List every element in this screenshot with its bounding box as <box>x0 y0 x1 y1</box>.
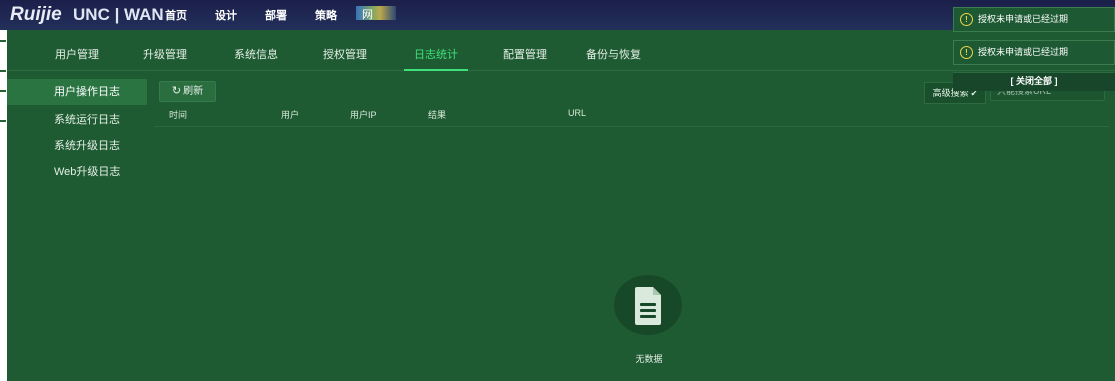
tab-user-management[interactable]: 用户管理 <box>55 30 99 70</box>
notification-license-expired-2[interactable]: ! 授权未申请或已经过期 <box>953 40 1115 65</box>
tab-upgrade-management[interactable]: 升级管理 <box>143 30 187 70</box>
logo-sub-text: UNC | WAN <box>73 5 164 24</box>
tab-license-management[interactable]: 授权管理 <box>323 30 367 70</box>
notification-text: 授权未申请或已经过期 <box>978 14 1069 24</box>
table-header: 时间 用户 用户IP 结果 URL <box>154 104 1109 127</box>
brand-logo: Ruijie UNC | WAN <box>10 3 164 27</box>
column-url: URL <box>568 108 587 118</box>
top-navigation-bar: Ruijie UNC | WAN 首页 设计 部署 策略 网 <box>0 0 1115 30</box>
logo-text: Ruijie <box>10 4 62 25</box>
warning-icon: ! <box>960 46 973 59</box>
tab-bar: 用户管理 升级管理 系统信息 授权管理 日志统计 配置管理 备份与恢复 <box>7 30 1115 71</box>
top-nav-home[interactable]: 首页 <box>165 7 187 23</box>
column-result: 结果 <box>428 110 447 120</box>
warning-icon: ! <box>960 13 973 26</box>
column-user: 用户 <box>281 110 300 120</box>
document-icon <box>635 287 661 325</box>
close-all-notifications-button[interactable]: [ 关闭全部 ] <box>953 72 1115 91</box>
tab-system-info[interactable]: 系统信息 <box>234 30 278 70</box>
tab-log-statistics[interactable]: 日志统计 <box>404 30 468 71</box>
top-nav-network[interactable]: 网 <box>362 6 373 22</box>
column-user-ip: 用户IP <box>350 110 377 120</box>
sidebar: 用户操作日志 系统运行日志 系统升级日志 Web升级日志 <box>7 71 147 381</box>
main-panel: 用户管理 升级管理 系统信息 授权管理 日志统计 配置管理 备份与恢复 用户操作… <box>7 30 1115 381</box>
top-nav-deploy[interactable]: 部署 <box>265 7 287 23</box>
sidebar-item-user-operation-log[interactable]: 用户操作日志 <box>7 79 147 105</box>
left-edge-strip <box>0 30 7 381</box>
top-nav-policy[interactable]: 策略 <box>315 7 337 23</box>
top-nav-design[interactable]: 设计 <box>215 7 237 23</box>
sidebar-item-system-run-log[interactable]: 系统运行日志 <box>7 107 147 133</box>
notification-text: 授权未申请或已经过期 <box>978 47 1069 57</box>
refresh-icon: ↻ <box>171 85 182 97</box>
refresh-button[interactable]: ↻ 刷新 <box>159 81 216 102</box>
empty-state-text: 无数据 <box>635 354 663 364</box>
top-nav: 首页 设计 部署 策略 <box>165 0 365 30</box>
sidebar-item-system-upgrade-log[interactable]: 系统升级日志 <box>7 133 147 159</box>
app-window: Ruijie UNC | WAN 首页 设计 部署 策略 网 用户管理 升级管理… <box>0 0 1115 381</box>
notification-license-expired-1[interactable]: ! 授权未申请或已经过期 <box>953 7 1115 32</box>
tab-backup-restore[interactable]: 备份与恢复 <box>586 30 641 70</box>
empty-state-badge <box>614 275 682 335</box>
tab-config-management[interactable]: 配置管理 <box>503 30 547 70</box>
column-time: 时间 <box>169 110 188 120</box>
sidebar-item-web-upgrade-log[interactable]: Web升级日志 <box>7 159 147 185</box>
refresh-label: 刷新 <box>183 86 204 97</box>
